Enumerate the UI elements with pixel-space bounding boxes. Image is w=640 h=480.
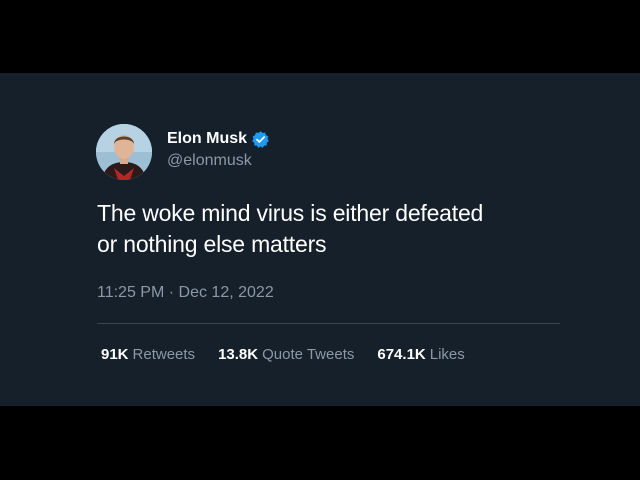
retweets-count: 91K xyxy=(101,346,129,363)
quote-tweets-count: 13.8K xyxy=(218,346,259,363)
quote-tweets-label: Quote Tweets xyxy=(262,346,355,363)
tweet-text-line: or nothing else matters xyxy=(97,231,327,257)
letterbox-top xyxy=(0,0,640,73)
letterbox-bottom xyxy=(0,406,640,480)
tweet-text: The woke mind virus is either defeated o… xyxy=(97,198,577,260)
timestamp-separator: · xyxy=(168,284,175,301)
verified-badge-icon xyxy=(251,130,270,149)
retweets-stat[interactable]: 91K Retweets xyxy=(101,345,195,365)
divider xyxy=(97,323,560,324)
quote-tweets-stat[interactable]: 13.8K Quote Tweets xyxy=(218,345,354,365)
likes-count: 674.1K xyxy=(377,346,426,363)
likes-label: Likes xyxy=(429,346,465,363)
likes-stat[interactable]: 674.1K Likes xyxy=(377,345,464,365)
profile-photo-icon xyxy=(96,124,152,180)
engagement-stats: 91K Retweets 13.8K Quote Tweets 674.1K Like… xyxy=(101,345,488,365)
avatar[interactable] xyxy=(96,124,152,180)
tweet-date: Dec 12, 2022 xyxy=(178,284,274,301)
author-handle[interactable]: @elonmusk xyxy=(167,151,252,171)
tweet-timestamp[interactable]: 11:25 PM · Dec 12, 2022 xyxy=(97,283,274,303)
author-display-name[interactable]: Elon Musk xyxy=(167,129,247,149)
author-name-row: Elon Musk xyxy=(167,129,270,149)
retweets-label: Retweets xyxy=(132,346,196,363)
tweet-text-line: The woke mind virus is either defeated xyxy=(97,200,484,226)
tweet-time: 11:25 PM xyxy=(97,284,165,301)
